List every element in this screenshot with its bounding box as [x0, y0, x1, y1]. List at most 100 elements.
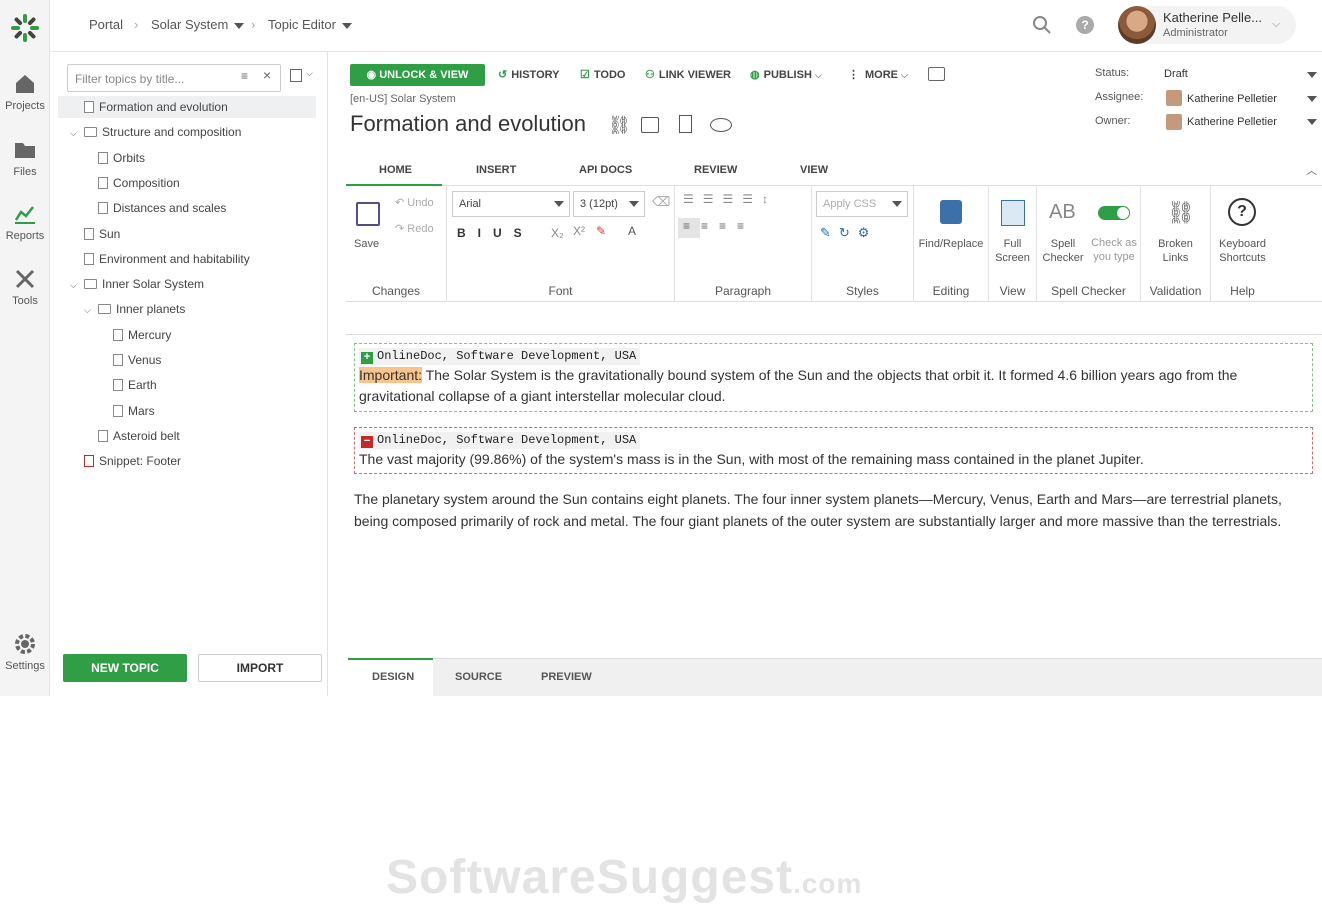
help-icon[interactable]: ? [1076, 16, 1094, 34]
tree-item[interactable]: Orbits [58, 147, 145, 169]
tree-item[interactable]: Venus [58, 349, 161, 371]
tab-design[interactable]: DESIGN [372, 671, 414, 683]
tree-item[interactable]: Environment and habitability [58, 248, 250, 270]
filter-topics-input[interactable]: Filter topics by title... [67, 64, 281, 92]
full-screen-button[interactable]: Full Screen [989, 237, 1036, 265]
breadcrumb-portal[interactable]: Portal [89, 17, 123, 32]
history-button[interactable]: ↺ HISTORY [498, 68, 560, 81]
tab-view[interactable]: VIEW [800, 164, 828, 176]
tree-item[interactable]: ⌵ Structure and composition [58, 121, 241, 143]
copy-icon[interactable] [290, 69, 302, 82]
eye-icon[interactable] [710, 118, 732, 132]
app-logo-icon[interactable] [9, 12, 41, 44]
close-icon[interactable]: × [263, 67, 271, 83]
tab-review[interactable]: REVIEW [694, 164, 737, 176]
list-icons[interactable]: ☰☰☰☰↕ [683, 192, 777, 206]
topic-path: [en-US] Solar System [350, 93, 456, 105]
chevron-down-icon [341, 22, 352, 29]
status-value[interactable]: Draft [1164, 68, 1188, 80]
undo-button[interactable]: ↶ Undo [395, 196, 434, 210]
assignee-value[interactable]: Katherine Pelletier [1187, 93, 1277, 105]
tree-item[interactable]: ⌵ Inner Solar System [58, 273, 204, 295]
help-icon: ? [1228, 198, 1256, 226]
nav-projects[interactable]: Projects [0, 72, 50, 112]
new-topic-button[interactable]: NEW TOPIC [63, 654, 187, 682]
tracked-deletion[interactable]: − OnlineDoc, Software Development, USA Th… [354, 427, 1313, 474]
eraser-icon[interactable]: ⌫ [652, 194, 670, 210]
chevron-down-icon[interactable] [1307, 72, 1317, 78]
nav-settings-label: Settings [5, 660, 45, 672]
save-button[interactable]: Save [354, 237, 379, 251]
check-label-1: Check as [1091, 237, 1137, 249]
tree-item-label: Asteroid belt [113, 428, 180, 443]
chevron-down-icon[interactable] [1307, 96, 1317, 102]
align-icons[interactable]: ≡≡≡≡ [683, 219, 755, 233]
chevron-down-icon[interactable] [1307, 119, 1317, 125]
tree-item[interactable]: Mars [58, 400, 155, 422]
font-family-select[interactable]: Arial [452, 191, 570, 217]
publish-button[interactable]: ◍ PUBLISH ⌵ [750, 68, 822, 81]
group-label: Validation [1149, 284, 1202, 298]
filter-icon[interactable]: ≡ [241, 69, 248, 83]
tab-source[interactable]: SOURCE [455, 671, 502, 683]
todo-button[interactable]: ☑ TODO [580, 68, 625, 81]
tree-item[interactable]: Earth [58, 374, 157, 396]
tree-item[interactable]: Distances and scales [58, 197, 226, 219]
chevron-down-icon[interactable]: ⌵ [70, 122, 78, 144]
link-icon[interactable]: ⛓ [608, 115, 631, 136]
broken-links-button[interactable]: Broken Links [1141, 237, 1210, 265]
tab-home[interactable]: HOME [379, 164, 412, 176]
group-editing: Find/Replace Editing [914, 186, 989, 302]
superscript-icon[interactable]: X² [573, 224, 585, 238]
tab-insert[interactable]: INSERT [476, 164, 516, 176]
owner-value[interactable]: Katherine Pelletier [1187, 116, 1277, 128]
document-content[interactable]: + OnlineDoc, Software Development, USA Im… [346, 334, 1322, 904]
nav-files[interactable]: Files [0, 138, 50, 178]
nav-tools[interactable]: Tools [0, 267, 50, 307]
tree-item[interactable]: Mercury [58, 324, 171, 346]
pdf-icon[interactable] [679, 115, 692, 133]
link-viewer-button[interactable]: ⚇ LINK VIEWER [645, 68, 731, 81]
print-icon[interactable] [641, 117, 659, 133]
change-author-tag: − OnlineDoc, Software Development, USA [359, 432, 641, 449]
chevron-down-icon[interactable]: ⌵ [70, 274, 78, 296]
tree-item[interactable]: Formation and evolution [58, 96, 316, 118]
tab-preview[interactable]: PREVIEW [541, 671, 592, 683]
tree-item[interactable]: ⌵ Inner planets [58, 298, 185, 320]
tab-api-docs[interactable]: API DOCS [579, 164, 632, 176]
tree-item[interactable]: Asteroid belt [58, 425, 180, 447]
tracked-insertion[interactable]: + OnlineDoc, Software Development, USA Im… [354, 343, 1313, 412]
search-icon[interactable] [1032, 15, 1052, 35]
find-replace-button[interactable]: Find/Replace [914, 237, 988, 251]
breadcrumb-project[interactable]: Solar System [151, 17, 245, 32]
unlock-view-button[interactable]: ◉ UNLOCK & VIEW [350, 64, 485, 86]
comment-icon[interactable] [928, 67, 945, 81]
group-changes: Save ↶ Undo ↷ Redo Changes [346, 186, 447, 302]
style-tool-icons[interactable]: ✎↻⚙ [820, 225, 877, 241]
keyboard-shortcuts-button[interactable]: Keyboard Shortcuts [1211, 237, 1274, 265]
tree-item-label: Environment and habitability [99, 251, 250, 266]
nav-reports[interactable]: Reports [0, 202, 50, 242]
highlight-icon[interactable]: ✎ [596, 224, 606, 238]
user-role: Administrator [1163, 27, 1228, 39]
collapse-ribbon-icon[interactable]: ︿ [1306, 162, 1317, 178]
more-button[interactable]: ⋮ MORE ⌵ [848, 68, 908, 81]
nav-settings[interactable]: Settings [0, 632, 50, 672]
tree-item[interactable]: Snippet: Footer [58, 450, 181, 472]
spell-checker-button[interactable]: Spell Checker [1037, 237, 1089, 265]
chevron-down-icon: ⌵ [901, 70, 908, 80]
group-label: Paragraph [714, 284, 772, 298]
chevron-down-icon[interactable]: ⌵ [84, 299, 92, 321]
format-buttons[interactable]: BIUS [457, 226, 534, 240]
subscript-icon[interactable]: X₂ [551, 226, 564, 240]
tools-icon [15, 269, 35, 289]
tree-item[interactable]: Composition [58, 172, 180, 194]
check-as-you-type-toggle[interactable] [1098, 206, 1130, 220]
breadcrumb-editor[interactable]: Topic Editor [268, 17, 352, 32]
redo-button[interactable]: ↷ Redo [395, 222, 434, 236]
tree-item[interactable]: Sun [58, 223, 120, 245]
chevron-down-icon: ⌵ [814, 70, 822, 80]
font-color-icon[interactable]: A [628, 224, 636, 238]
import-button[interactable]: IMPORT [198, 654, 322, 682]
user-menu[interactable]: Katherine Pelle... Administrator ⌵ [1118, 6, 1296, 44]
